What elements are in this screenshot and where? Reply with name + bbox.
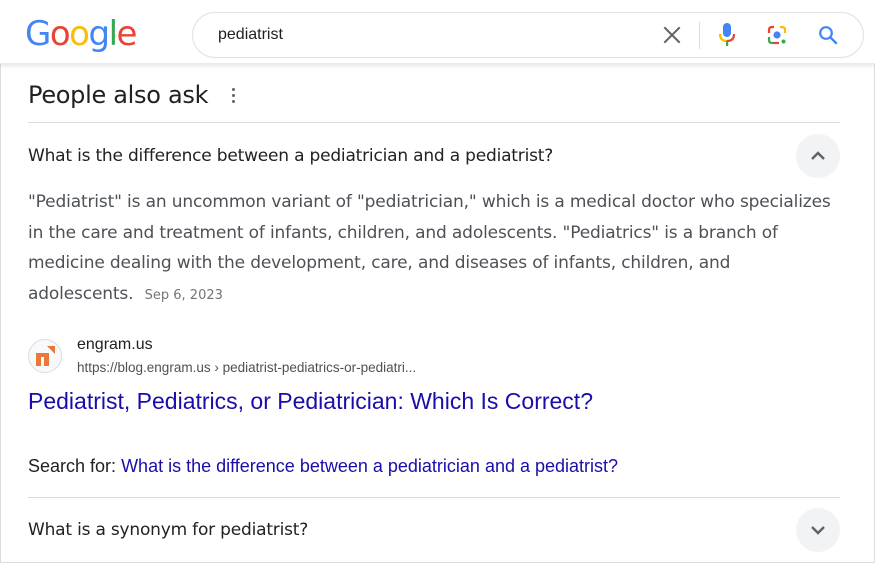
search-for: Search for: What is the difference betwe…	[28, 456, 618, 477]
divider	[28, 497, 840, 498]
collapse-button[interactable]	[796, 134, 840, 178]
expand-button[interactable]	[796, 508, 840, 552]
search-box	[192, 12, 864, 58]
mic-icon	[718, 23, 736, 46]
question-text: What is a synonym for pediatrist?	[28, 520, 309, 540]
close-icon	[663, 26, 681, 44]
search-icon	[819, 26, 838, 45]
paa-title: People also ask	[28, 81, 209, 109]
search-header: Google	[0, 0, 875, 64]
logo-letter: e	[116, 14, 138, 54]
answer-text: "Pediatrist" is an uncommon variant of "…	[28, 192, 831, 304]
question-text: What is the difference between a pediatr…	[28, 146, 554, 166]
voice-search-button[interactable]	[713, 21, 741, 49]
answer-snippet: "Pediatrist" is an uncommon variant of "…	[28, 187, 840, 311]
search-for-label: Search for:	[28, 456, 117, 476]
search-divider	[699, 22, 700, 49]
logo-letter: o	[69, 14, 90, 54]
site-name: engram.us	[77, 336, 153, 353]
search-input[interactable]	[218, 13, 638, 57]
chevron-up-icon	[811, 151, 825, 160]
paa-question-1[interactable]: What is the difference between a pediatr…	[28, 132, 840, 180]
paa-header: People also ask	[28, 78, 240, 112]
search-submit-button[interactable]	[814, 21, 842, 49]
divider	[28, 122, 840, 123]
site-favicon	[28, 339, 62, 373]
google-lens-icon	[767, 25, 787, 45]
logo-letter: o	[49, 14, 71, 54]
result-title-link[interactable]: Pediatrist, Pediatrics, or Pediatrician:…	[28, 388, 593, 415]
logo-letter: g	[88, 14, 110, 54]
search-for-link[interactable]: What is the difference between a pediatr…	[121, 456, 618, 476]
answer-date: Sep 6, 2023	[144, 287, 223, 303]
clear-search-button[interactable]	[658, 21, 686, 49]
chevron-down-icon	[811, 526, 825, 535]
site-url: https://blog.engram.us › pediatrist-pedi…	[77, 360, 417, 375]
engram-logo-icon	[36, 346, 55, 366]
logo-letter: l	[108, 14, 118, 54]
logo-letter: G	[25, 14, 51, 54]
more-vert-icon[interactable]	[226, 83, 240, 107]
google-logo[interactable]: Google	[25, 14, 138, 54]
lens-search-button[interactable]	[763, 21, 791, 49]
paa-question-2[interactable]: What is a synonym for pediatrist?	[28, 506, 840, 554]
answer-source[interactable]: engram.us https://blog.engram.us › pedia…	[28, 335, 840, 379]
